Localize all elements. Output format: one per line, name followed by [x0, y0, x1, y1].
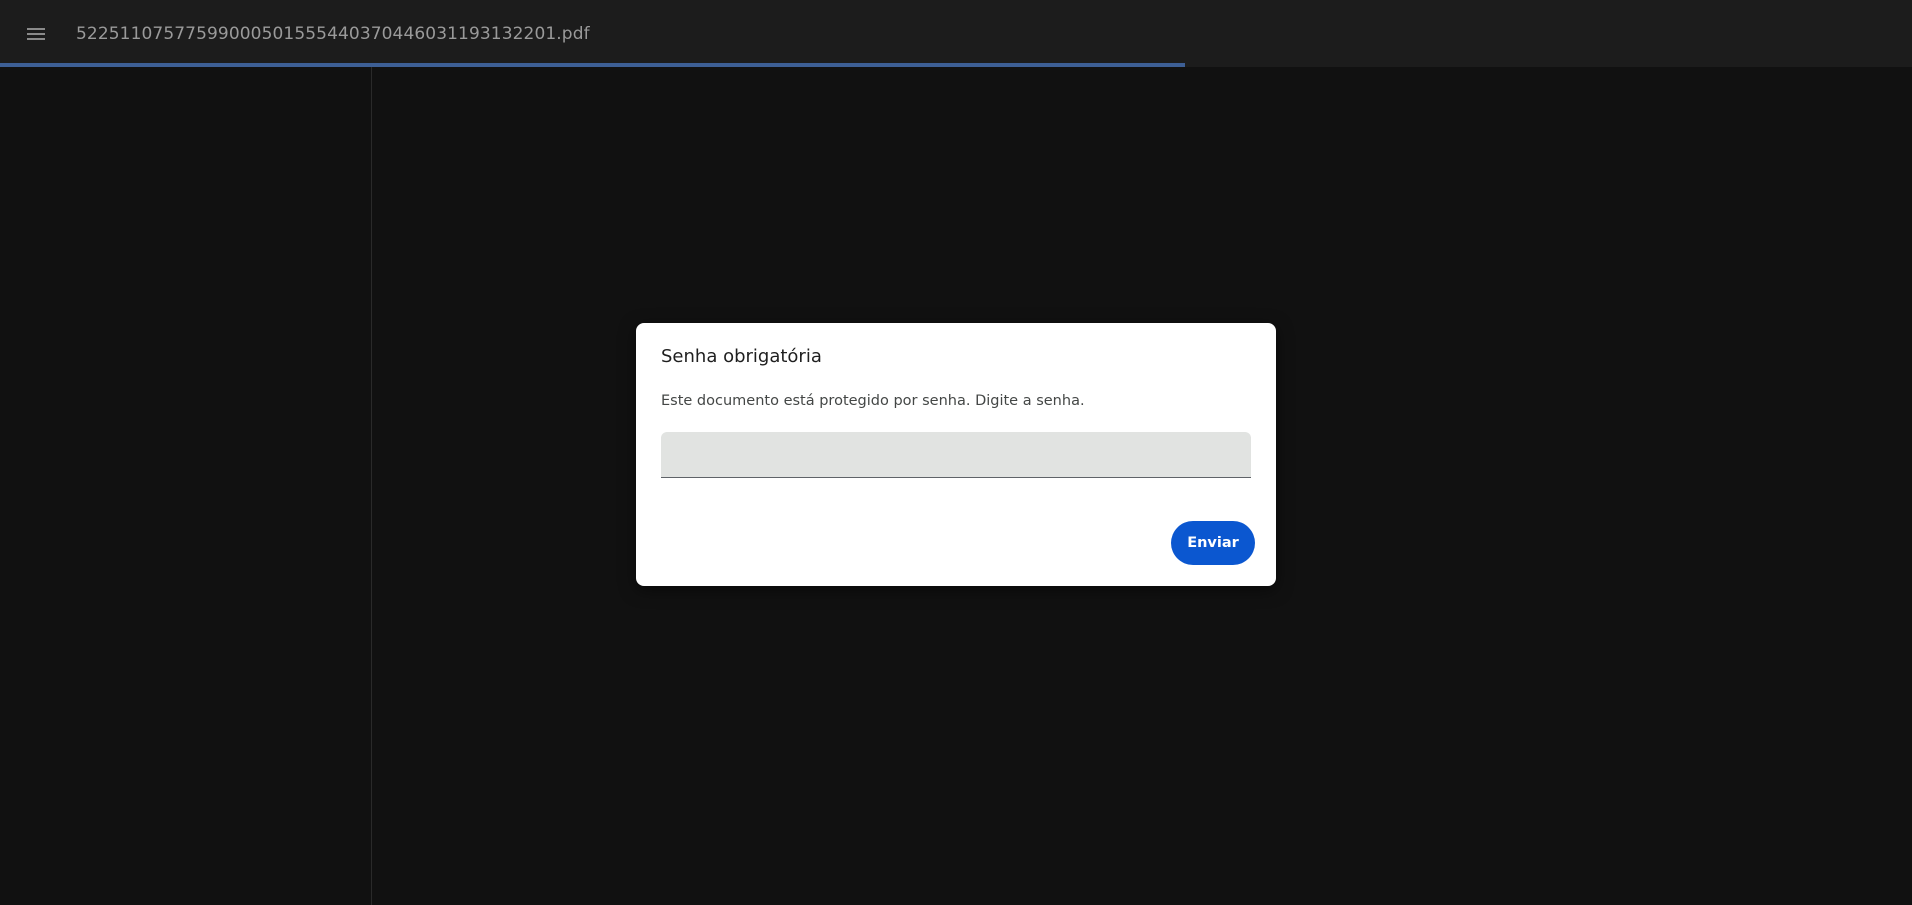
password-dialog: Senha obrigatória Este documento está pr… [636, 323, 1276, 586]
pdf-toolbar: 5225110757759900050155544037044603119313… [0, 0, 1912, 67]
submit-button[interactable]: Enviar [1171, 521, 1255, 565]
dialog-title: Senha obrigatória [661, 346, 822, 367]
dialog-message: Este documento está protegido por senha.… [661, 393, 1085, 409]
password-input[interactable] [661, 432, 1251, 478]
hamburger-menu-icon [27, 28, 45, 40]
thumbnail-sidebar [0, 67, 372, 905]
menu-button[interactable] [18, 16, 54, 52]
document-title: 5225110757759900050155544037044603119313… [76, 24, 590, 44]
